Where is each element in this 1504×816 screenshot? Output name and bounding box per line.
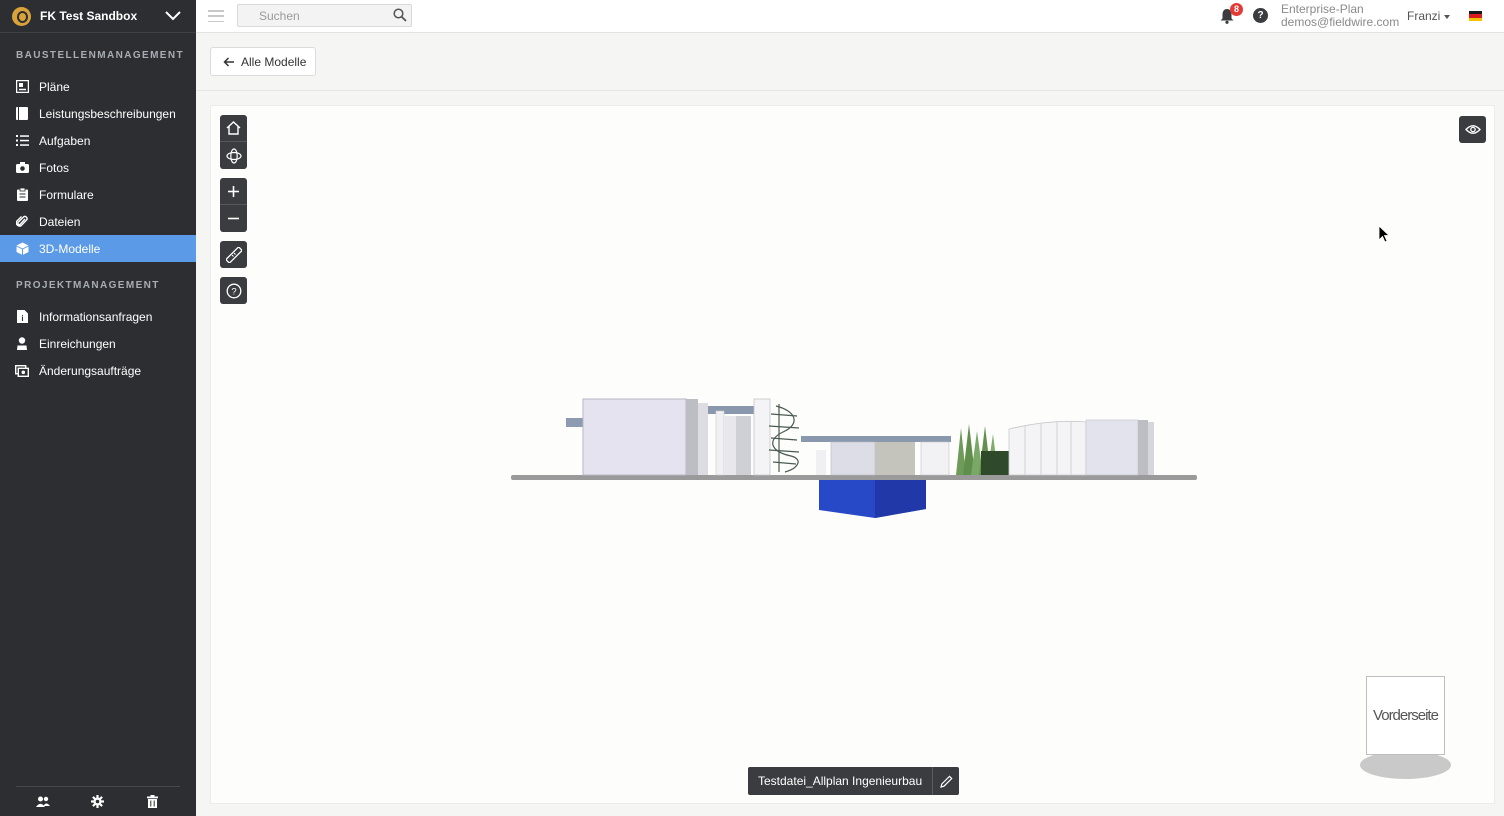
svg-text:i: i bbox=[21, 314, 23, 323]
model-building-right bbox=[1008, 420, 1087, 476]
specifications-icon bbox=[15, 107, 29, 121]
help-icon: ? bbox=[226, 283, 241, 298]
sidebar: FK Test Sandbox BAUSTELLENMANAGEMENT Plä… bbox=[0, 0, 196, 816]
chevron-down-icon[interactable] bbox=[162, 5, 184, 27]
sidebar-item-plans[interactable]: Pläne bbox=[0, 73, 196, 100]
cube-icon bbox=[15, 242, 29, 256]
sidebar-item-label: Informationsanfragen bbox=[39, 309, 153, 324]
section-title-project: PROJEKTMANAGEMENT bbox=[16, 280, 160, 291]
viewcube-face-label: Vorderseite bbox=[1373, 707, 1439, 724]
zoom-in-icon bbox=[228, 185, 239, 197]
trash-icon[interactable] bbox=[141, 790, 165, 814]
sidebar-item-label: Änderungsaufträge bbox=[39, 363, 142, 378]
sidebar-item-label: Pläne bbox=[39, 79, 70, 94]
model-ground-slab bbox=[511, 475, 1197, 480]
viewer-help-button[interactable]: ? bbox=[220, 277, 247, 304]
orbit-icon bbox=[225, 147, 242, 164]
project-switcher[interactable]: FK Test Sandbox bbox=[0, 0, 196, 33]
project-logo-icon bbox=[12, 6, 31, 26]
submittal-icon bbox=[15, 337, 29, 351]
sidebar-item-label: Leistungsbeschreibungen bbox=[39, 106, 176, 121]
search-icon[interactable] bbox=[393, 8, 407, 22]
sidebar-item-photos[interactable]: Fotos bbox=[0, 154, 196, 181]
zoom-out-button[interactable] bbox=[220, 205, 247, 232]
visibility-toggle-button[interactable] bbox=[1459, 116, 1486, 143]
model-viewer[interactable]: ? Testdatei_Allplan Ingenieurbau Vorders… bbox=[210, 105, 1495, 804]
sidebar-item-label: Formulare bbox=[39, 187, 94, 202]
sidebar-item-change-orders[interactable]: Änderungsaufträge bbox=[0, 357, 196, 384]
gear-icon[interactable] bbox=[86, 790, 110, 814]
back-button-label: Alle Modelle bbox=[241, 54, 307, 69]
account-info[interactable]: Enterprise-Plan demos@fieldwire.com bbox=[1281, 3, 1401, 29]
tasks-icon bbox=[15, 134, 29, 148]
search-input[interactable] bbox=[237, 4, 412, 27]
user-menu[interactable]: Franzi bbox=[1407, 9, 1451, 23]
caret-down-icon bbox=[1444, 14, 1451, 19]
zoom-in-button[interactable] bbox=[220, 178, 247, 205]
svg-text:?: ? bbox=[231, 286, 236, 297]
account-email: demos@fieldwire.com bbox=[1281, 15, 1400, 29]
sidebar-item-label: 3D-Modelle bbox=[39, 241, 101, 256]
plans-icon bbox=[15, 80, 29, 94]
home-icon bbox=[226, 121, 241, 135]
model-name: Testdatei_Allplan Ingenieurbau bbox=[758, 774, 923, 788]
orbit-button[interactable] bbox=[220, 142, 247, 169]
viewcube-shadow bbox=[1360, 751, 1451, 779]
german-flag-icon[interactable] bbox=[1469, 11, 1482, 21]
sidebar-item-rfi[interactable]: i Informationsanfragen bbox=[0, 303, 196, 330]
sidebar-item-label: Aufgaben bbox=[39, 133, 91, 148]
sidebar-item-files[interactable]: Dateien bbox=[0, 208, 196, 235]
arrow-left-icon bbox=[223, 56, 234, 67]
mouse-cursor-icon bbox=[1378, 225, 1390, 243]
camera-icon bbox=[15, 161, 29, 175]
help-button[interactable]: ? bbox=[1253, 8, 1268, 23]
sidebar-footer bbox=[16, 786, 180, 816]
clipboard-icon bbox=[15, 188, 29, 202]
viewcube[interactable]: Vorderseite bbox=[1366, 676, 1445, 755]
model-pavilion-roof bbox=[801, 436, 951, 442]
measure-button[interactable] bbox=[220, 241, 247, 268]
edit-model-button[interactable] bbox=[932, 767, 959, 795]
people-icon[interactable] bbox=[31, 790, 55, 814]
paperclip-icon bbox=[15, 215, 29, 229]
back-to-models-button[interactable]: Alle Modelle bbox=[210, 47, 316, 76]
pencil-icon bbox=[939, 774, 953, 788]
model-trees bbox=[956, 424, 1009, 475]
home-view-button[interactable] bbox=[220, 115, 247, 142]
rfi-icon: i bbox=[15, 310, 29, 324]
notification-badge[interactable]: 8 bbox=[1230, 3, 1243, 16]
change-order-icon bbox=[15, 364, 29, 378]
model-name-bar: Testdatei_Allplan Ingenieurbau bbox=[748, 767, 959, 795]
model-building-left bbox=[582, 398, 687, 476]
sidebar-item-specifications[interactable]: Leistungsbeschreibungen bbox=[0, 100, 196, 127]
sidebar-item-label: Fotos bbox=[39, 160, 70, 175]
user-name: Franzi bbox=[1407, 9, 1441, 23]
project-name: FK Test Sandbox bbox=[40, 9, 138, 23]
hamburger-menu-icon[interactable] bbox=[208, 8, 224, 24]
measure-icon bbox=[225, 246, 242, 263]
zoom-out-icon bbox=[228, 217, 239, 220]
sidebar-item-submittals[interactable]: Einreichungen bbox=[0, 330, 196, 357]
model-canvas[interactable] bbox=[211, 106, 1495, 804]
content-divider bbox=[196, 90, 1504, 91]
model-spiral-stair bbox=[768, 404, 800, 473]
sidebar-item-forms[interactable]: Formulare bbox=[0, 181, 196, 208]
sidebar-item-label: Einreichungen bbox=[39, 336, 116, 351]
sidebar-item-tasks[interactable]: Aufgaben bbox=[0, 127, 196, 154]
eye-icon bbox=[1464, 125, 1481, 134]
section-title-construction: BAUSTELLENMANAGEMENT bbox=[16, 50, 184, 61]
topbar: 8 ? Enterprise-Plan demos@fieldwire.com … bbox=[196, 0, 1504, 33]
sidebar-item-label: Dateien bbox=[39, 214, 81, 229]
sidebar-item-3d-models[interactable]: 3D-Modelle bbox=[0, 235, 196, 262]
